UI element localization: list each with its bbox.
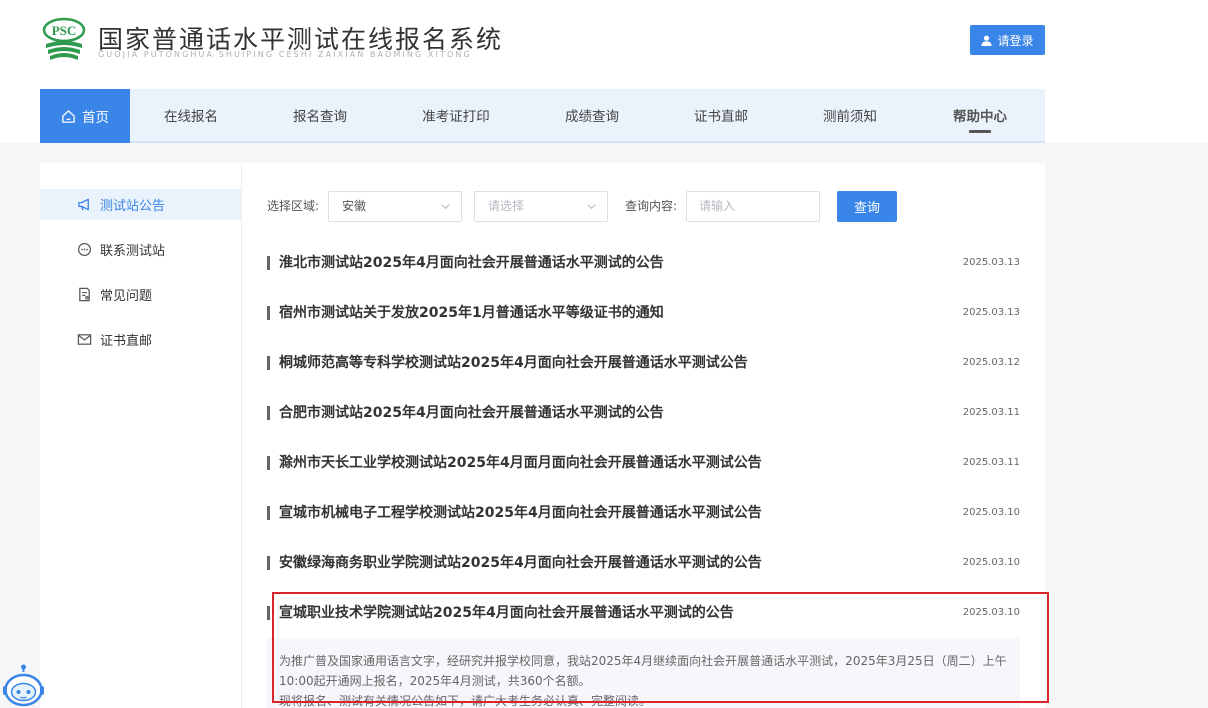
notice-date: 2025.03.13 [962, 307, 1020, 318]
query-input[interactable]: 请输入 [686, 191, 820, 222]
nav-score-query[interactable]: 成绩查询 [541, 89, 643, 141]
excerpt-line: 10:00起开通网上报名，2025年4月测试，共360个名额。 [279, 674, 591, 688]
notice-title[interactable]: 桐城师范高等专科学校测试站2025年4月面向社会开展普通话水平测试公告 [279, 352, 748, 374]
nav-home[interactable]: 首页 [40, 89, 130, 143]
notice-item[interactable]: 淮北市测试站2025年4月面向社会开展普通话水平测试的公告 2025.03.13 [267, 252, 1020, 274]
sidebar-item-label: 证书直邮 [100, 334, 153, 349]
notice-date: 2025.03.13 [962, 257, 1020, 268]
region-select-value: 安徽 [342, 199, 367, 213]
notice-marker [267, 406, 270, 420]
notice-item-expanded[interactable]: 宣城职业技术学院测试站2025年4月面向社会开展普通话水平测试的公告 2025.… [267, 602, 1020, 624]
nav-register-query[interactable]: 报名查询 [269, 89, 371, 141]
sidebar-item-certificate-mail[interactable]: 证书直邮 [40, 324, 241, 355]
notice-title[interactable]: 宿州市测试站关于发放2025年1月普通话水平等级证书的通知 [279, 302, 664, 324]
nav-home-label: 首页 [82, 110, 109, 126]
mail-icon [77, 334, 92, 345]
sidebar-item-station-notices[interactable]: 测试站公告 [40, 189, 241, 220]
notice-date: 2025.03.10 [962, 507, 1020, 518]
main-nav: 首页 在线报名 报名查询 准考证打印 成绩查询 证书直邮 测前须知 帮助中心 [40, 89, 1045, 143]
excerpt-line: 现将报名、测试有关情况公告如下，请广大考生务必认真、完整阅读。 [279, 694, 652, 708]
nav-help-center-label: 帮助中心 [953, 109, 1007, 125]
notice-marker [267, 606, 270, 620]
sidebar-item-contact-station[interactable]: 联系测试站 [40, 234, 241, 265]
city-select[interactable]: 请选择 [474, 191, 608, 222]
notice-item[interactable]: 滁州市天长工业学校测试站2025年4月面月面向社会开展普通话水平测试公告 202… [267, 452, 1020, 474]
home-icon [62, 109, 75, 123]
notice-marker [267, 556, 270, 570]
notice-date: 2025.03.11 [962, 407, 1020, 418]
notice-marker [267, 506, 270, 520]
nav-certificate-mail[interactable]: 证书直邮 [670, 89, 772, 141]
notice-item[interactable]: 宿州市测试站关于发放2025年1月普通话水平等级证书的通知 2025.03.13 [267, 302, 1020, 324]
chevron-down-icon [441, 204, 450, 210]
notice-date: 2025.03.10 [962, 607, 1020, 618]
notice-title[interactable]: 安徽绿海商务职业学院测试站2025年4月面向社会开展普通话水平测试的公告 [279, 552, 762, 574]
query-label: 查询内容: [625, 199, 678, 213]
filter-bar: 选择区域: 安徽 请选择 查询内容: 请输入 查询 [267, 191, 1027, 222]
nav-admission-print[interactable]: 准考证打印 [398, 89, 514, 141]
nav-help-center[interactable]: 帮助中心 [929, 89, 1031, 141]
notice-title[interactable]: 宣城职业技术学院测试站2025年4月面向社会开展普通话水平测试的公告 [279, 602, 734, 624]
query-button[interactable]: 查询 [837, 191, 897, 222]
notice-title[interactable]: 合肥市测试站2025年4月面向社会开展普通话水平测试的公告 [279, 402, 664, 424]
sidebar-item-faq[interactable]: 常见问题 [40, 279, 241, 310]
notice-date: 2025.03.10 [962, 557, 1020, 568]
notice-item[interactable]: 合肥市测试站2025年4月面向社会开展普通话水平测试的公告 2025.03.11 [267, 402, 1020, 424]
notice-title[interactable]: 宣城市机械电子工程学校测试站2025年4月面向社会开展普通话水平测试公告 [279, 502, 762, 524]
nav-active-underline [969, 130, 991, 133]
chat-icon [77, 242, 92, 257]
notice-item[interactable]: 宣城市机械电子工程学校测试站2025年4月面向社会开展普通话水平测试公告 202… [267, 502, 1020, 524]
site-subtitle: GUOJIA PUTONGHUA SHUIPING CESHI ZAIXIAN … [98, 50, 472, 59]
notice-item[interactable]: 桐城师范高等专科学校测试站2025年4月面向社会开展普通话水平测试公告 2025… [267, 352, 1020, 374]
login-button[interactable]: 请登录 [970, 25, 1045, 55]
notice-excerpt: 为推广普及国家通用语言文字，经研究并报学校同意，我站2025年4月继续面向社会开… [267, 638, 1020, 708]
notice-date: 2025.03.12 [962, 357, 1020, 368]
chat-assistant-robot-icon[interactable] [2, 664, 45, 708]
login-label: 请登录 [997, 33, 1034, 48]
sidebar-item-label: 联系测试站 [100, 244, 166, 259]
psc-logo: PSC [42, 17, 86, 60]
megaphone-icon [78, 198, 89, 211]
notice-marker [267, 306, 270, 320]
region-select[interactable]: 安徽 [328, 191, 462, 222]
chevron-down-icon [587, 204, 596, 210]
user-icon [981, 35, 993, 46]
city-select-placeholder: 请选择 [488, 199, 525, 213]
notice-date: 2025.03.11 [962, 457, 1020, 468]
notice-title[interactable]: 淮北市测试站2025年4月面向社会开展普通话水平测试的公告 [279, 252, 664, 274]
sidebar-item-label: 测试站公告 [100, 199, 166, 214]
notice-item[interactable]: 安徽绿海商务职业学院测试站2025年4月面向社会开展普通话水平测试的公告 202… [267, 552, 1020, 574]
document-icon [79, 287, 90, 302]
main-content: 测试站公告 联系测试站 常见问题 证书直邮 选择区域: 安徽 请选择 查询内容:… [40, 163, 1045, 708]
excerpt-line: 为推广普及国家通用语言文字，经研究并报学校同意，我站2025年4月继续面向社会开… [279, 654, 1007, 668]
nav-online-register[interactable]: 在线报名 [140, 89, 242, 141]
logo-text: PSC [52, 23, 77, 38]
nav-pretest-notes[interactable]: 测前须知 [799, 89, 901, 141]
notice-marker [267, 456, 270, 470]
region-label: 选择区域: [267, 199, 320, 213]
sidebar: 测试站公告 联系测试站 常见问题 证书直邮 [40, 163, 242, 708]
notice-marker [267, 256, 270, 270]
notice-marker [267, 356, 270, 370]
sidebar-item-label: 常见问题 [100, 289, 153, 304]
notice-title[interactable]: 滁州市天长工业学校测试站2025年4月面月面向社会开展普通话水平测试公告 [279, 452, 762, 474]
